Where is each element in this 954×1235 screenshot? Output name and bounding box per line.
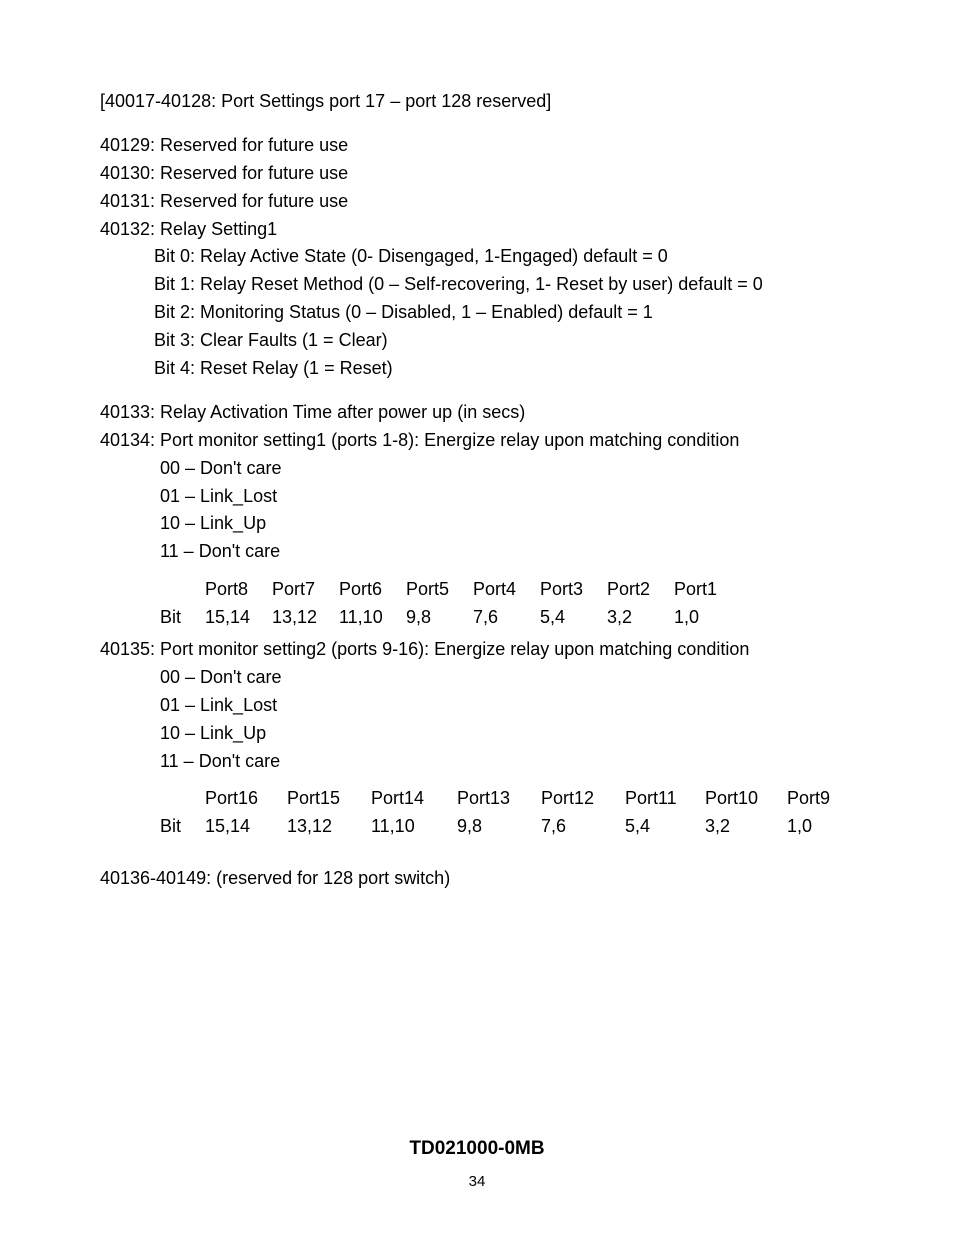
bit-cell: 7,6 xyxy=(541,813,625,841)
reg-40133: 40133: Relay Activation Time after power… xyxy=(100,383,854,427)
reg-40132-bit4: Bit 4: Reset Relay (1 = Reset) xyxy=(100,355,854,383)
bit-cell: 1,0 xyxy=(674,604,741,632)
bit-cell: 9,8 xyxy=(457,813,541,841)
bit-cell: 15,14 xyxy=(205,813,287,841)
reg-40135-title: 40135: Port monitor setting2 (ports 9-16… xyxy=(100,632,854,664)
bit-cell: 7,6 xyxy=(473,604,540,632)
bit-cell: 15,14 xyxy=(205,604,272,632)
reg-40130: 40130: Reserved for future use xyxy=(100,160,854,188)
table-row: Bit 15,14 13,12 11,10 9,8 7,6 5,4 3,2 1,… xyxy=(160,813,854,841)
bit-cell: 11,10 xyxy=(339,604,406,632)
reg-40134-code10: 10 – Link_Up xyxy=(100,510,854,538)
reg-40136-range: 40136-40149: (reserved for 128 port swit… xyxy=(100,841,854,893)
reg-40132-bit0: Bit 0: Relay Active State (0- Disengaged… xyxy=(100,243,854,271)
bit-cell: 13,12 xyxy=(287,813,371,841)
page-number: 34 xyxy=(0,1170,954,1193)
reg-40134-title: 40134: Port monitor setting1 (ports 1-8)… xyxy=(100,427,854,455)
document-id: TD021000-0MB xyxy=(0,1134,954,1163)
reg-40132-bit3: Bit 3: Clear Faults (1 = Clear) xyxy=(100,327,854,355)
reg-40135-code00: 00 – Don't care xyxy=(100,664,854,692)
bit-row-label: Bit xyxy=(160,604,205,632)
table-row: Bit 15,14 13,12 11,10 9,8 7,6 5,4 3,2 1,… xyxy=(160,604,854,632)
port-header: Port1 xyxy=(674,576,741,604)
bit-row-label: Bit xyxy=(160,813,205,841)
port-header: Port9 xyxy=(787,785,847,813)
port-header: Port11 xyxy=(625,785,705,813)
bit-label-spacer xyxy=(160,785,205,813)
bit-cell: 5,4 xyxy=(540,604,607,632)
port-header: Port10 xyxy=(705,785,787,813)
port-header: Port6 xyxy=(339,576,406,604)
bit-cell: 5,4 xyxy=(625,813,705,841)
reg-40135-bit-table: Port16 Port15 Port14 Port13 Port12 Port1… xyxy=(100,775,854,841)
port-header: Port2 xyxy=(607,576,674,604)
port-header: Port3 xyxy=(540,576,607,604)
reg-40134-code00: 00 – Don't care xyxy=(100,455,854,483)
reg-40135-code11: 11 – Don't care xyxy=(100,748,854,776)
reg-40131: 40131: Reserved for future use xyxy=(100,188,854,216)
port-header: Port15 xyxy=(287,785,371,813)
reg-40134-bit-table: Port8 Port7 Port6 Port5 Port4 Port3 Port… xyxy=(100,566,854,632)
reg-40132-bit1: Bit 1: Relay Reset Method (0 – Self-reco… xyxy=(100,271,854,299)
port-header: Port13 xyxy=(457,785,541,813)
table-row: Port16 Port15 Port14 Port13 Port12 Port1… xyxy=(160,785,854,813)
document-page: [40017-40128: Port Settings port 17 – po… xyxy=(0,0,954,1235)
bit-cell: 3,2 xyxy=(607,604,674,632)
reg-40132-title: 40132: Relay Setting1 xyxy=(100,216,854,244)
reserved-range-header: [40017-40128: Port Settings port 17 – po… xyxy=(100,88,854,116)
reg-40134-code01: 01 – Link_Lost xyxy=(100,483,854,511)
bit-label-spacer xyxy=(160,576,205,604)
reg-40135-code10: 10 – Link_Up xyxy=(100,720,854,748)
port-header: Port12 xyxy=(541,785,625,813)
page-footer: TD021000-0MB 34 xyxy=(0,1134,954,1193)
table-row: Port8 Port7 Port6 Port5 Port4 Port3 Port… xyxy=(160,576,854,604)
port-header: Port8 xyxy=(205,576,272,604)
reg-40129: 40129: Reserved for future use xyxy=(100,116,854,160)
port-header: Port5 xyxy=(406,576,473,604)
reg-40134-code11: 11 – Don't care xyxy=(100,538,854,566)
reg-40132-bit2: Bit 2: Monitoring Status (0 – Disabled, … xyxy=(100,299,854,327)
port-header: Port16 xyxy=(205,785,287,813)
port-header: Port4 xyxy=(473,576,540,604)
bit-cell: 13,12 xyxy=(272,604,339,632)
bit-cell: 3,2 xyxy=(705,813,787,841)
bit-cell: 11,10 xyxy=(371,813,457,841)
port-header: Port7 xyxy=(272,576,339,604)
port-header: Port14 xyxy=(371,785,457,813)
bit-cell: 9,8 xyxy=(406,604,473,632)
bit-cell: 1,0 xyxy=(787,813,847,841)
reg-40135-code01: 01 – Link_Lost xyxy=(100,692,854,720)
